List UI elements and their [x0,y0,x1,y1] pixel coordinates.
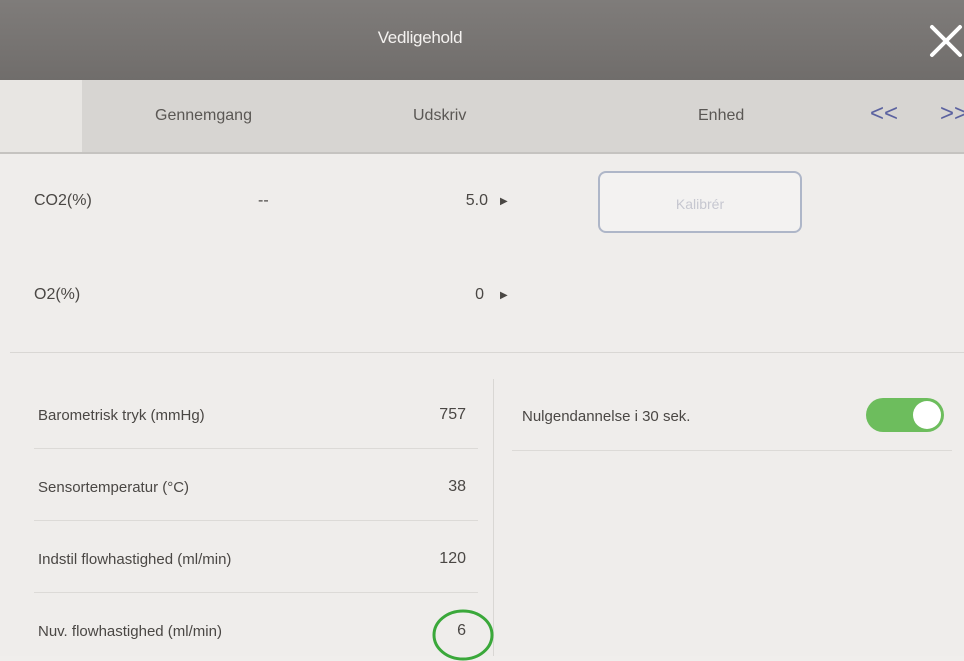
close-icon[interactable] [924,18,964,64]
row-divider [34,592,478,593]
auto-zero-label: Nulgendannelse i 30 sek. [522,408,691,425]
set-flow-rate-label: Indstil flowhastighed (ml/min) [38,551,232,568]
tab-enhed[interactable]: Enhed [698,107,744,125]
barometric-pressure-value: 757 [439,406,466,423]
auto-zero-toggle[interactable] [866,398,944,432]
sensor-temperature-label: Sensortemperatur (°C) [38,479,190,496]
toggle-knob [913,401,941,429]
row-divider [34,520,478,521]
o2-label: O2(%) [34,286,81,303]
co2-setpoint[interactable]: 5.0 [428,192,488,210]
tab-gennemgang[interactable]: Gennemgang [155,107,252,125]
tab-bar: Gennemgang Udskriv Enhed << >> [0,80,964,154]
window-title: Vedligehold [377,28,463,47]
title-bar: Vedligehold [0,0,964,80]
co2-label: CO2(%) [34,192,92,209]
o2-adjust-arrow-icon[interactable]: ▶ [500,290,508,301]
current-flow-rate-value: 6 [457,622,466,639]
tab-udskriv[interactable]: Udskriv [413,107,466,125]
current-flow-rate-label: Nuv. flowhastighed (ml/min) [38,623,222,640]
column-divider [493,379,494,656]
calibrate-button[interactable]: Kalibrér [598,171,802,233]
row-divider [34,448,478,449]
nav-next-icon[interactable]: >> [940,100,964,128]
o2-setpoint[interactable]: 0 [424,286,484,304]
maintenance-panel: CO2(%) -- 5.0 ▶ Kalibrér O2(%) 0 ▶ Barom… [0,154,964,661]
set-flow-rate-value: 120 [439,550,466,567]
co2-adjust-arrow-icon[interactable]: ▶ [500,196,508,207]
co2-measured: -- [258,192,269,209]
nav-prev-icon[interactable]: << [870,100,898,128]
row-divider [512,450,952,451]
tab-blank[interactable] [0,80,82,152]
section-divider [10,352,964,353]
sensor-temperature-value: 38 [448,478,466,495]
barometric-pressure-label: Barometrisk tryk (mmHg) [38,407,205,424]
